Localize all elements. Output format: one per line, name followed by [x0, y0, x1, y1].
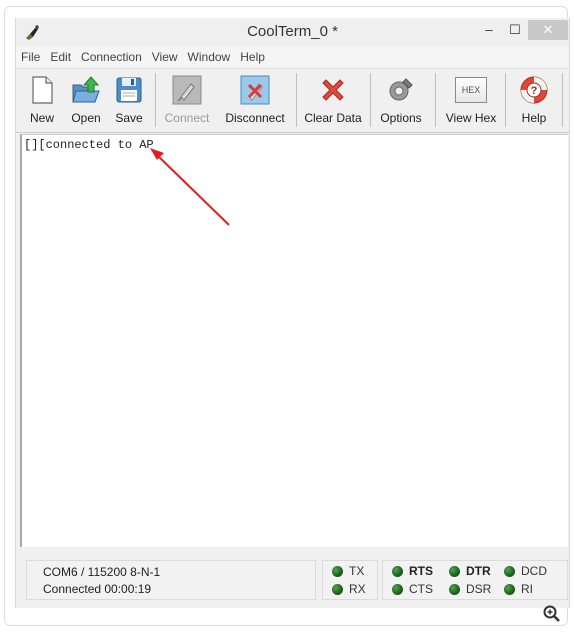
- floppy-disk-icon: [116, 77, 142, 103]
- connect-plug-icon: [172, 75, 202, 105]
- open-button[interactable]: Open: [66, 73, 106, 129]
- menu-bar: File Edit Connection View Window Help: [16, 47, 569, 69]
- toolbar-separator: [435, 73, 436, 127]
- view-hex-label: View Hex: [445, 111, 497, 125]
- annotation-arrow-icon: [150, 148, 230, 226]
- help-button[interactable]: ? Help: [511, 73, 557, 129]
- gear-wrench-icon: [389, 78, 413, 101]
- new-file-icon: [32, 76, 53, 104]
- open-folder-icon: [72, 76, 100, 103]
- toolbar-separator: [370, 73, 371, 127]
- port-status-box: COM6 / 115200 8-N-1 Connected 00:00:19: [26, 560, 316, 600]
- disconnect-label: Disconnect: [225, 111, 285, 125]
- connect-button[interactable]: Connect: [161, 73, 213, 129]
- toolbar-separator: [296, 73, 297, 127]
- toolbar-separator: [562, 73, 563, 127]
- signal-lines-box: RTS CTS DTR DSR DCD RI: [382, 560, 568, 600]
- screenshot-card: CoolTerm_0 * – ☐ ✕ File Edit Connection Vie…: [4, 6, 570, 626]
- disconnect-button[interactable]: Disconnect: [221, 73, 289, 129]
- connect-label: Connect: [164, 111, 210, 125]
- maximize-button[interactable]: ☐: [502, 20, 528, 40]
- dtr-label: DTR: [466, 564, 491, 578]
- hex-icon: HEX: [455, 77, 487, 103]
- title-bar[interactable]: CoolTerm_0 * – ☐ ✕: [16, 18, 569, 47]
- menu-edit[interactable]: Edit: [45, 47, 76, 64]
- clear-data-button[interactable]: Clear Data: [302, 73, 364, 129]
- svg-text:?: ?: [531, 85, 538, 97]
- menu-help[interactable]: Help: [235, 47, 270, 64]
- menu-connection[interactable]: Connection: [76, 47, 147, 64]
- dcd-label: DCD: [521, 564, 547, 578]
- menu-window[interactable]: Window: [183, 47, 236, 64]
- new-label: New: [29, 111, 54, 125]
- dsr-led: [449, 584, 460, 595]
- cts-led: [392, 584, 403, 595]
- toolbar-separator: [155, 73, 156, 127]
- toolbar-separator: [505, 73, 506, 127]
- clear-x-icon: [322, 79, 344, 101]
- cts-label: CTS: [409, 582, 433, 596]
- zoom-in-icon[interactable]: [543, 605, 561, 623]
- rts-label: RTS: [409, 564, 433, 578]
- status-bar: COM6 / 115200 8-N-1 Connected 00:00:19 T…: [16, 548, 569, 608]
- connection-time: Connected 00:00:19: [43, 582, 152, 596]
- dtr-led[interactable]: [449, 566, 460, 577]
- menu-view[interactable]: View: [147, 47, 183, 64]
- save-label: Save: [115, 111, 143, 125]
- ri-led: [504, 584, 515, 595]
- open-label: Open: [71, 111, 101, 125]
- view-hex-button[interactable]: HEX View Hex: [441, 73, 501, 129]
- txrx-box: TX RX: [322, 560, 378, 600]
- menu-file[interactable]: File: [16, 47, 45, 64]
- save-button[interactable]: Save: [109, 73, 149, 129]
- options-label: Options: [380, 111, 422, 125]
- help-label: Help: [521, 111, 547, 125]
- minimize-button[interactable]: –: [476, 20, 502, 40]
- rx-led: [332, 584, 343, 595]
- tx-label: TX: [349, 564, 365, 578]
- close-button[interactable]: ✕: [528, 20, 568, 40]
- ri-label: RI: [521, 582, 533, 596]
- dsr-label: DSR: [466, 582, 492, 596]
- disconnect-plug-icon: [240, 75, 270, 105]
- dcd-led: [504, 566, 515, 577]
- coolterm-window: CoolTerm_0 * – ☐ ✕ File Edit Connection Vie…: [15, 18, 570, 608]
- clear-data-label: Clear Data: [304, 111, 362, 125]
- rts-led[interactable]: [392, 566, 403, 577]
- rx-label: RX: [349, 582, 366, 596]
- toolbar: New Open Save Connect Disconnect Clear D…: [16, 69, 569, 133]
- lifebuoy-help-icon: ?: [520, 76, 548, 104]
- new-button[interactable]: New: [22, 73, 62, 129]
- port-settings: COM6 / 115200 8-N-1: [43, 565, 161, 579]
- tx-led: [332, 566, 343, 577]
- terminal-output[interactable]: [][connected to AP: [20, 134, 568, 547]
- options-button[interactable]: Options: [376, 73, 426, 129]
